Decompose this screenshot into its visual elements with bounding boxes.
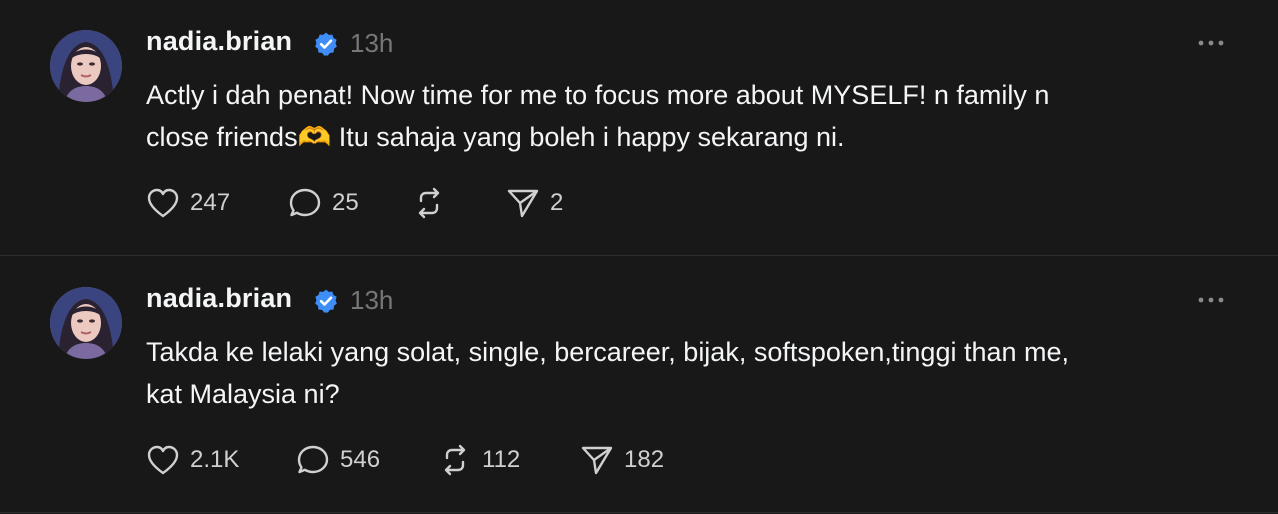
- share-icon: [507, 189, 539, 218]
- heart-icon: [147, 188, 179, 218]
- repost-button[interactable]: 112: [438, 443, 520, 477]
- share-count: 182: [624, 446, 665, 473]
- avatar[interactable]: [50, 30, 122, 102]
- share-icon: [581, 446, 613, 475]
- avatar[interactable]: [50, 287, 122, 359]
- share-button[interactable]: 182: [580, 443, 664, 477]
- post-time: 13h: [350, 28, 394, 58]
- repost-count: 112: [482, 446, 521, 473]
- share-count: 2: [550, 189, 564, 216]
- post-text: Actly i dah penat! Now time for me to fo…: [146, 80, 1050, 152]
- repost-icon: [444, 444, 466, 476]
- repost-icon: [418, 187, 440, 219]
- username[interactable]: nadia.brian: [146, 283, 292, 314]
- like-count: 2.1K: [190, 446, 240, 473]
- comment-icon: [289, 188, 321, 217]
- reply-count: 546: [340, 446, 381, 473]
- like-count: 247: [190, 189, 231, 216]
- comment-icon: [297, 445, 329, 474]
- reply-button[interactable]: 546: [296, 443, 380, 477]
- reply-button[interactable]: 25: [288, 186, 359, 220]
- verified-badge-icon: [315, 289, 337, 313]
- more-options-icon[interactable]: [1196, 33, 1226, 53]
- verified-badge-icon: [315, 32, 337, 56]
- username[interactable]: nadia.brian: [146, 26, 292, 57]
- like-button[interactable]: 2.1K: [146, 443, 239, 477]
- thread-post: nadia.brian 13h Takda ke lelaki yang sol…: [0, 257, 1278, 513]
- repost-button[interactable]: [412, 186, 456, 220]
- like-button[interactable]: 247: [146, 186, 230, 220]
- heart-icon: [147, 445, 179, 475]
- share-button[interactable]: 2: [506, 186, 563, 220]
- more-options-icon[interactable]: [1196, 290, 1226, 310]
- thread-post: nadia.brian 13h Actly i dah penat! Now t…: [0, 0, 1278, 256]
- post-text: Takda ke lelaki yang solat, single, berc…: [146, 337, 1070, 409]
- post-time: 13h: [350, 285, 394, 315]
- reply-count: 25: [332, 189, 359, 216]
